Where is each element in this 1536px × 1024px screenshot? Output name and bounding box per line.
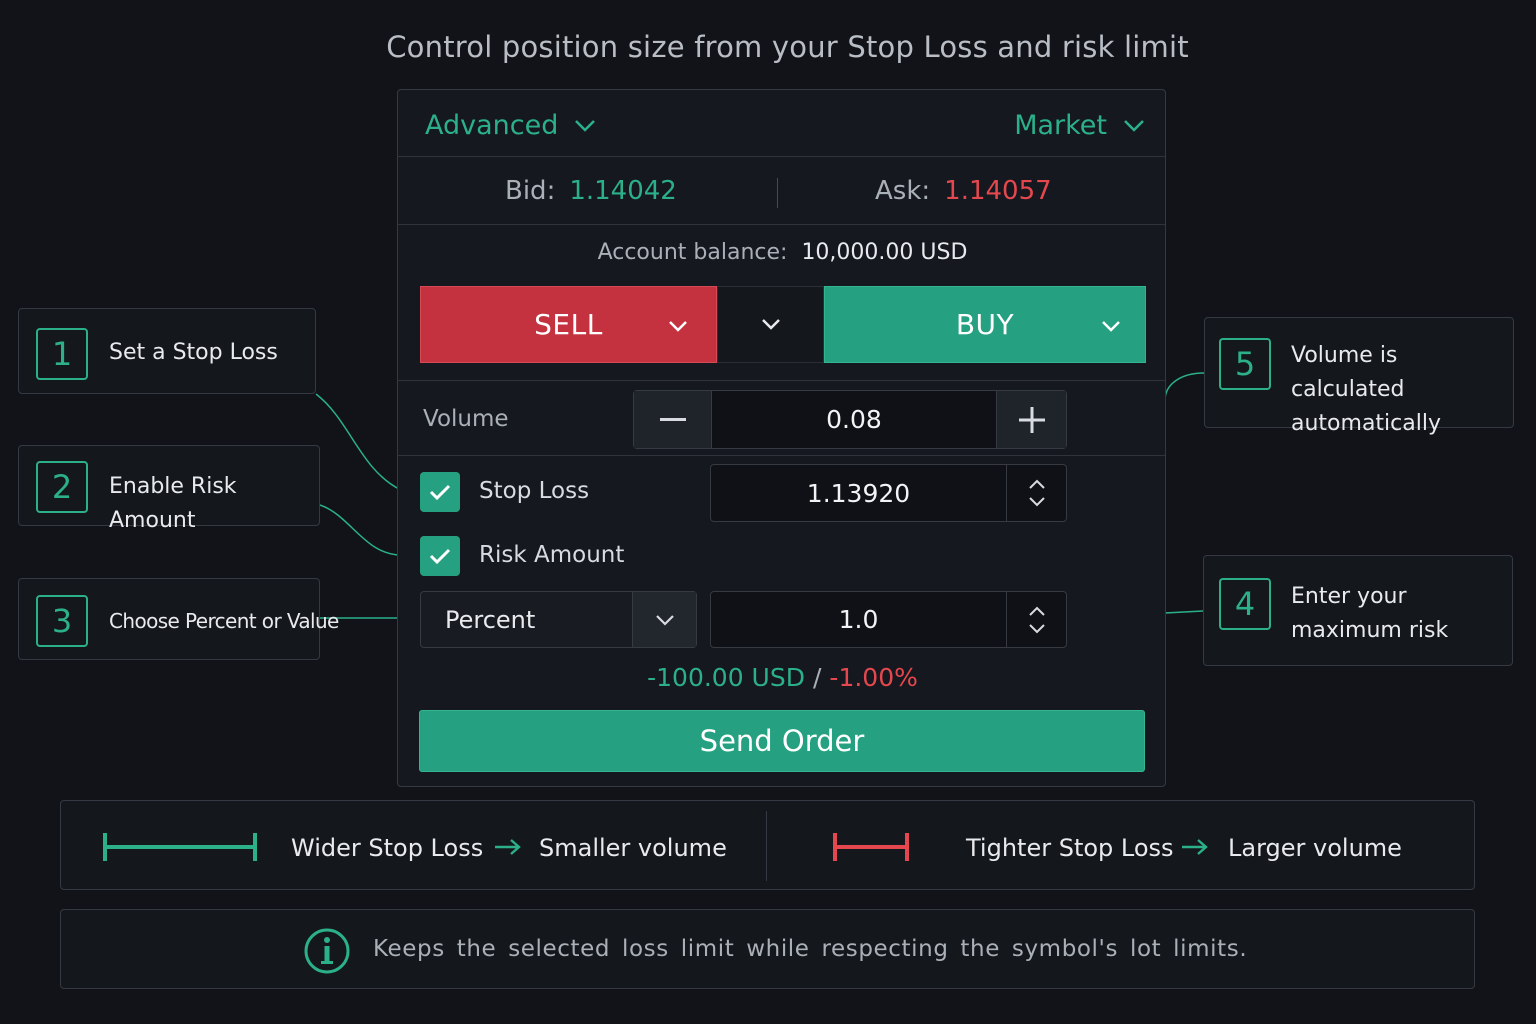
risk-usd: -100.00 USD (647, 663, 805, 692)
callout-text: Volume is calculated automatically (1291, 339, 1513, 441)
risk-separator: / (812, 663, 822, 692)
callout-line: Volume is calculated (1291, 343, 1405, 402)
callout-number: 5 (1219, 338, 1271, 390)
mode-dropdown-label: Advanced (425, 110, 559, 141)
info-text: Keeps the selected loss limit while resp… (373, 936, 1248, 962)
balance-label: Account balance: (597, 240, 788, 265)
wide-stop-result: Smaller volume (539, 834, 727, 862)
quote-separator (777, 178, 778, 208)
stop-loss-spin-arrows-icon[interactable] (1006, 465, 1066, 521)
risk-percent: -1.00% (829, 663, 918, 692)
risk-value-field: 1.0 (710, 591, 1067, 648)
callout-3: 3 Choose Percent or Value (18, 578, 339, 660)
callout-4: 4 Enter your maximum risk (1203, 555, 1513, 666)
stop-loss-checkbox[interactable] (420, 472, 460, 512)
tight-range-icon (833, 833, 909, 861)
risk-value-spin-arrows-icon[interactable] (1006, 592, 1066, 647)
risk-value-input[interactable]: 1.0 (711, 592, 1006, 647)
callout-line: maximum risk (1291, 618, 1449, 643)
divider (398, 455, 1165, 456)
chevron-down-icon (669, 321, 687, 332)
buy-button[interactable]: BUY (824, 286, 1146, 363)
mode-dropdown[interactable]: Advanced (425, 110, 596, 141)
callout-line: Enter your (1291, 584, 1407, 609)
divider (398, 156, 1165, 157)
callout-text: Choose Percent or Value (109, 609, 339, 633)
balance-value: 10,000.00 USD (801, 240, 968, 265)
volume-label: Volume (423, 406, 509, 432)
ask-quote: Ask: 1.14057 (875, 176, 1052, 206)
minus-icon (659, 417, 686, 421)
callout-text: Enter your maximum risk (1291, 580, 1448, 648)
tight-stop-result: Larger volume (1228, 834, 1402, 862)
chevron-down-icon (761, 319, 780, 330)
send-order-button[interactable]: Send Order (419, 710, 1145, 772)
callout-line: automatically (1291, 411, 1441, 436)
callout-text: Set a Stop Loss (109, 340, 278, 365)
callout-1: 1 Set a Stop Loss (18, 308, 316, 394)
callout-2: 2 Enable Risk Amount (18, 445, 320, 533)
info-icon (304, 928, 350, 974)
legend-divider (766, 811, 767, 881)
risk-amount-checkbox[interactable] (420, 536, 460, 576)
bid-value: 1.14042 (569, 176, 677, 206)
volume-input[interactable]: 0.08 (711, 391, 997, 448)
risk-summary: -100.00 USD / -1.00% (398, 663, 1167, 692)
account-balance: Account balance: 10,000.00 USD (398, 240, 1167, 265)
volume-legend: Wider Stop Loss Smaller volume Tighter S… (60, 800, 1475, 890)
volume-stepper: 0.08 (633, 390, 1067, 449)
chevron-down-icon (655, 614, 674, 626)
risk-mode-select[interactable]: Percent (420, 591, 697, 648)
arrow-right-icon (495, 839, 521, 855)
risk-amount-label: Risk Amount (479, 542, 625, 568)
stop-loss-field: 1.13920 (710, 464, 1067, 522)
volume-decrease-button[interactable] (634, 391, 711, 448)
stop-loss-label: Stop Loss (479, 478, 590, 504)
callout-number: 3 (36, 595, 88, 647)
chevron-down-icon (575, 119, 596, 132)
page-headline: Control position size from your Stop Los… (386, 30, 1189, 64)
callout-number: 1 (36, 328, 88, 380)
ask-value: 1.14057 (944, 176, 1052, 206)
wide-range-icon (103, 833, 257, 861)
checkmark-icon (429, 484, 451, 501)
callout-5: 5 Volume is calculated automatically (1204, 317, 1514, 436)
sell-button[interactable]: SELL (420, 286, 717, 363)
tight-stop-label: Tighter Stop Loss (966, 834, 1174, 862)
callout-number: 2 (36, 461, 88, 513)
buy-label: BUY (955, 308, 1015, 341)
chevron-down-icon (1124, 119, 1144, 132)
volume-increase-button[interactable] (997, 391, 1066, 448)
order-type-dropdown-label: Market (1014, 110, 1107, 141)
order-panel: Advanced Market Bid: 1.14042 Ask: 1.1405… (397, 89, 1166, 787)
risk-mode-selected: Percent (445, 605, 536, 634)
checkmark-icon (429, 548, 451, 565)
info-banner: Keeps the selected loss limit while resp… (60, 909, 1475, 989)
chevron-down-icon (1102, 321, 1120, 332)
ask-label: Ask: (875, 176, 931, 206)
callout-text: Enable Risk Amount (109, 474, 237, 533)
divider (398, 380, 1165, 381)
divider (398, 224, 1165, 225)
wide-stop-label: Wider Stop Loss (291, 834, 484, 862)
bid-label: Bid: (505, 176, 556, 206)
stop-loss-input[interactable]: 1.13920 (711, 465, 1006, 521)
sell-label: SELL (534, 308, 603, 341)
bid-quote: Bid: 1.14042 (505, 176, 677, 206)
arrow-right-icon (1182, 839, 1208, 855)
side-toggle-dropdown[interactable] (717, 286, 824, 363)
plus-icon (1018, 406, 1045, 433)
order-type-dropdown[interactable]: Market (1014, 110, 1145, 141)
callout-number: 4 (1219, 578, 1271, 630)
